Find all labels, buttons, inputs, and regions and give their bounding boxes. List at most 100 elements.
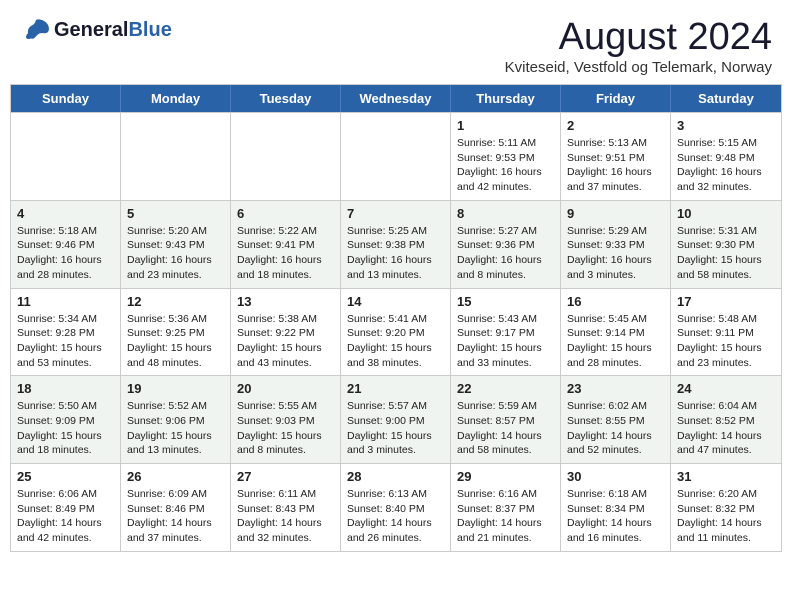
cell-info-text: Sunrise: 5:57 AM Sunset: 9:00 PM Dayligh… [347,399,444,458]
calendar-cell: 19 Sunrise: 5:52 AM Sunset: 9:06 PM Dayli… [121,376,231,463]
calendar-cell: 20 Sunrise: 5:55 AM Sunset: 9:03 PM Dayli… [231,376,341,463]
cell-date-number: 30 [567,469,664,484]
cell-date-number: 31 [677,469,775,484]
main-title: August 2024 [505,16,772,59]
calendar-cell: 10 Sunrise: 5:31 AM Sunset: 9:30 PM Dayli… [671,201,781,288]
cell-date-number: 26 [127,469,224,484]
calendar-cell [11,113,121,200]
cell-date-number: 7 [347,206,444,221]
cell-info-text: Sunrise: 5:36 AM Sunset: 9:25 PM Dayligh… [127,312,224,371]
calendar-cell [341,113,451,200]
cell-info-text: Sunrise: 6:04 AM Sunset: 8:52 PM Dayligh… [677,399,775,458]
calendar-cell: 7 Sunrise: 5:25 AM Sunset: 9:38 PM Daylig… [341,201,451,288]
calendar-cell: 6Sunrise: 5:22 AM Sunset: 9:41 PM Daylig… [231,201,341,288]
cell-date-number: 3 [677,118,775,133]
cell-date-number: 22 [457,381,554,396]
logo: General Blue [20,16,172,44]
cell-info-text: Sunrise: 5:18 AM Sunset: 9:46 PM Dayligh… [17,224,114,283]
cell-date-number: 9 [567,206,664,221]
cell-date-number: 20 [237,381,334,396]
calendar-cell: 21 Sunrise: 5:57 AM Sunset: 9:00 PM Dayli… [341,376,451,463]
cell-date-number: 2 [567,118,664,133]
calendar-cell: 17Sunrise: 5:48 AM Sunset: 9:11 PM Dayli… [671,289,781,376]
calendar-cell: 12 Sunrise: 5:36 AM Sunset: 9:25 PM Dayli… [121,289,231,376]
cell-date-number: 27 [237,469,334,484]
calendar-cell [231,113,341,200]
cell-info-text: Sunrise: 6:09 AM Sunset: 8:46 PM Dayligh… [127,487,224,546]
calendar-day-header: Saturday [671,85,781,112]
calendar-row: 18Sunrise: 5:50 AM Sunset: 9:09 PM Dayli… [11,375,781,463]
calendar-day-header: Tuesday [231,85,341,112]
cell-date-number: 18 [17,381,114,396]
calendar-cell: 25Sunrise: 6:06 AM Sunset: 8:49 PM Dayli… [11,464,121,551]
calendar-cell: 22 Sunrise: 5:59 AM Sunset: 8:57 PM Dayli… [451,376,561,463]
cell-date-number: 4 [17,206,114,221]
cell-date-number: 5 [127,206,224,221]
cell-info-text: Sunrise: 5:59 AM Sunset: 8:57 PM Dayligh… [457,399,554,458]
cell-info-text: Sunrise: 5:43 AM Sunset: 9:17 PM Dayligh… [457,312,554,371]
cell-info-text: Sunrise: 5:25 AM Sunset: 9:38 PM Dayligh… [347,224,444,283]
calendar-row: 25Sunrise: 6:06 AM Sunset: 8:49 PM Dayli… [11,463,781,551]
cell-info-text: Sunrise: 6:16 AM Sunset: 8:37 PM Dayligh… [457,487,554,546]
cell-info-text: Sunrise: 5:34 AM Sunset: 9:28 PM Dayligh… [17,312,114,371]
cell-date-number: 14 [347,294,444,309]
cell-date-number: 21 [347,381,444,396]
calendar-day-header: Sunday [11,85,121,112]
cell-date-number: 23 [567,381,664,396]
calendar-cell: 27 Sunrise: 6:11 AM Sunset: 8:43 PM Dayli… [231,464,341,551]
cell-date-number: 12 [127,294,224,309]
cell-info-text: Sunrise: 5:13 AM Sunset: 9:51 PM Dayligh… [567,136,664,195]
calendar-cell: 11 Sunrise: 5:34 AM Sunset: 9:28 PM Dayli… [11,289,121,376]
calendar-cell: 26 Sunrise: 6:09 AM Sunset: 8:46 PM Dayli… [121,464,231,551]
logo-general: General [54,19,128,42]
calendar-day-header: Friday [561,85,671,112]
cell-date-number: 13 [237,294,334,309]
title-area: August 2024 Kviteseid, Vestfold og Telem… [505,16,772,76]
cell-info-text: Sunrise: 6:20 AM Sunset: 8:32 PM Dayligh… [677,487,775,546]
cell-date-number: 11 [17,294,114,309]
calendar-body: 1 Sunrise: 5:11 AM Sunset: 9:53 PM Daylig… [11,112,781,551]
cell-info-text: Sunrise: 5:29 AM Sunset: 9:33 PM Dayligh… [567,224,664,283]
calendar-cell: 8 Sunrise: 5:27 AM Sunset: 9:36 PM Daylig… [451,201,561,288]
calendar-cell: 15 Sunrise: 5:43 AM Sunset: 9:17 PM Dayli… [451,289,561,376]
calendar-cell: 18Sunrise: 5:50 AM Sunset: 9:09 PM Dayli… [11,376,121,463]
cell-info-text: Sunrise: 5:52 AM Sunset: 9:06 PM Dayligh… [127,399,224,458]
calendar-day-header: Wednesday [341,85,451,112]
logo-icon [20,16,52,44]
calendar-cell: 2 Sunrise: 5:13 AM Sunset: 9:51 PM Daylig… [561,113,671,200]
calendar-row: 4 Sunrise: 5:18 AM Sunset: 9:46 PM Daylig… [11,200,781,288]
calendar-cell: 30 Sunrise: 6:18 AM Sunset: 8:34 PM Dayli… [561,464,671,551]
calendar-cell: 28 Sunrise: 6:13 AM Sunset: 8:40 PM Dayli… [341,464,451,551]
calendar-row: 1 Sunrise: 5:11 AM Sunset: 9:53 PM Daylig… [11,112,781,200]
calendar-cell: 1 Sunrise: 5:11 AM Sunset: 9:53 PM Daylig… [451,113,561,200]
cell-info-text: Sunrise: 6:11 AM Sunset: 8:43 PM Dayligh… [237,487,334,546]
calendar-cell: 9 Sunrise: 5:29 AM Sunset: 9:33 PM Daylig… [561,201,671,288]
calendar-cell: 31 Sunrise: 6:20 AM Sunset: 8:32 PM Dayli… [671,464,781,551]
cell-date-number: 10 [677,206,775,221]
cell-info-text: Sunrise: 6:18 AM Sunset: 8:34 PM Dayligh… [567,487,664,546]
cell-info-text: Sunrise: 5:48 AM Sunset: 9:11 PM Dayligh… [677,312,775,371]
calendar-cell: 29 Sunrise: 6:16 AM Sunset: 8:37 PM Dayli… [451,464,561,551]
cell-info-text: Sunrise: 6:13 AM Sunset: 8:40 PM Dayligh… [347,487,444,546]
cell-info-text: Sunrise: 5:38 AM Sunset: 9:22 PM Dayligh… [237,312,334,371]
cell-date-number: 28 [347,469,444,484]
cell-date-number: 29 [457,469,554,484]
cell-date-number: 19 [127,381,224,396]
calendar-row: 11 Sunrise: 5:34 AM Sunset: 9:28 PM Dayli… [11,288,781,376]
cell-info-text: Sunrise: 5:15 AM Sunset: 9:48 PM Dayligh… [677,136,775,195]
calendar: SundayMondayTuesdayWednesdayThursdayFrid… [10,84,782,552]
cell-date-number: 1 [457,118,554,133]
cell-info-text: Sunrise: 5:11 AM Sunset: 9:53 PM Dayligh… [457,136,554,195]
cell-info-text: Sunrise: 5:31 AM Sunset: 9:30 PM Dayligh… [677,224,775,283]
calendar-cell [121,113,231,200]
cell-info-text: Sunrise: 5:55 AM Sunset: 9:03 PM Dayligh… [237,399,334,458]
cell-date-number: 15 [457,294,554,309]
page-header: General Blue August 2024 Kviteseid, Vest… [0,0,792,84]
calendar-cell: 5Sunrise: 5:20 AM Sunset: 9:43 PM Daylig… [121,201,231,288]
cell-info-text: Sunrise: 5:22 AM Sunset: 9:41 PM Dayligh… [237,224,334,283]
cell-date-number: 8 [457,206,554,221]
calendar-cell: 3 Sunrise: 5:15 AM Sunset: 9:48 PM Daylig… [671,113,781,200]
calendar-day-header: Thursday [451,85,561,112]
cell-info-text: Sunrise: 5:27 AM Sunset: 9:36 PM Dayligh… [457,224,554,283]
cell-date-number: 25 [17,469,114,484]
